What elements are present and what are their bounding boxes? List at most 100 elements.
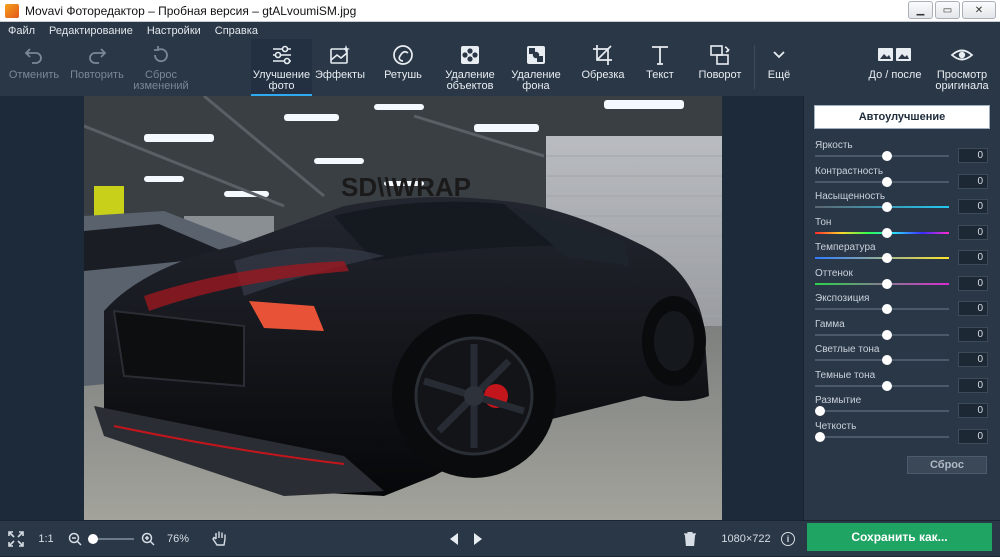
menu-edit[interactable]: Редактирование bbox=[49, 25, 133, 37]
slider-contrast: Контрастность 0 bbox=[815, 166, 991, 192]
retouch-face-icon bbox=[391, 44, 415, 66]
slider-label: Контрастность bbox=[815, 165, 884, 177]
zoom-in-icon bbox=[141, 532, 155, 546]
slider-thumb[interactable] bbox=[882, 151, 892, 161]
slider-thumb[interactable] bbox=[882, 329, 892, 340]
slider-thumb[interactable] bbox=[815, 406, 825, 416]
tab-enhance[interactable]: Улучшение фото bbox=[251, 39, 312, 96]
slider-thumb[interactable] bbox=[882, 355, 892, 365]
slider-label: Размытие bbox=[815, 395, 862, 406]
slider-thumb[interactable] bbox=[882, 380, 892, 391]
menu-help[interactable]: Справка bbox=[215, 25, 258, 37]
save-as-button[interactable]: Сохранить как... bbox=[807, 523, 992, 551]
slider-value-field[interactable]: 0 bbox=[958, 173, 988, 189]
menu-bar: Файл Редактирование Настройки Справка bbox=[0, 22, 1000, 39]
slider-value-field[interactable]: 0 bbox=[958, 352, 988, 367]
slider-thumb[interactable] bbox=[882, 227, 892, 238]
zoom-level: 76% bbox=[166, 533, 190, 545]
slider-thumb[interactable] bbox=[882, 304, 892, 314]
slider-value-field[interactable]: 0 bbox=[958, 326, 988, 342]
slider-value-field[interactable]: 0 bbox=[958, 250, 988, 265]
zoom-out-button[interactable] bbox=[66, 521, 84, 557]
slider-thumb[interactable] bbox=[815, 431, 825, 442]
next-image-button[interactable] bbox=[468, 521, 488, 557]
before-after-button[interactable]: До / после bbox=[864, 39, 926, 96]
slider-temperature: Температура 0 bbox=[815, 242, 991, 268]
slider-value-field[interactable]: 0 bbox=[958, 301, 988, 316]
slider-value-field[interactable]: 0 bbox=[958, 148, 988, 163]
tab-retouch[interactable]: Ретушь bbox=[377, 39, 429, 96]
crop-icon bbox=[591, 44, 615, 66]
tab-crop[interactable]: Обрезка bbox=[578, 39, 628, 96]
adjustments-panel: Автоулучшение Яркость 0 Контрастность 0 Насы… bbox=[803, 96, 1000, 520]
slider-value-field[interactable]: 0 bbox=[958, 224, 988, 240]
menu-file[interactable]: Файл bbox=[8, 25, 35, 37]
tab-text[interactable]: Текст bbox=[638, 39, 682, 96]
window-controls: ▁ ▭ ✕ bbox=[908, 1, 996, 19]
app-logo-icon bbox=[5, 3, 19, 18]
slider-tint: Оттенок 0 bbox=[815, 268, 991, 294]
zoom-in-button[interactable] bbox=[139, 521, 157, 557]
menu-settings[interactable]: Настройки bbox=[147, 25, 201, 37]
reset-button[interactable]: Сброс bbox=[907, 456, 987, 474]
close-button[interactable]: ✕ bbox=[962, 1, 996, 19]
slider-value-field[interactable]: 0 bbox=[958, 403, 988, 418]
tab-rotate[interactable]: Поворот bbox=[693, 39, 747, 96]
slider-shadows: Темные тона 0 bbox=[815, 370, 991, 396]
redo-icon bbox=[86, 44, 108, 66]
text-icon bbox=[648, 44, 672, 66]
tab-object-removal[interactable]: Удаление объектов bbox=[440, 39, 500, 96]
maximize-button[interactable]: ▭ bbox=[935, 1, 960, 19]
slider-label: Экспозиция bbox=[815, 293, 870, 304]
slider-blur: Размытие 0 bbox=[815, 395, 991, 421]
reset-changes-button[interactable]: Сброс изменений bbox=[131, 39, 191, 96]
slider-thumb[interactable] bbox=[882, 176, 892, 187]
previous-image-button[interactable] bbox=[444, 521, 464, 557]
slider-label: Гамма bbox=[815, 318, 845, 330]
slider-label: Темные тона bbox=[815, 369, 876, 381]
slider-value-field[interactable]: 0 bbox=[958, 428, 988, 444]
info-icon: i bbox=[781, 532, 795, 546]
more-tools-button[interactable]: Ещё bbox=[760, 39, 798, 96]
slider-label: Оттенок bbox=[815, 267, 853, 279]
zoom-slider-thumb[interactable] bbox=[88, 534, 99, 544]
image-dimensions: 1080×722 bbox=[721, 533, 771, 545]
reset-icon bbox=[150, 44, 172, 66]
slider-label: Светлые тона bbox=[815, 344, 880, 355]
title-bar: Movavi Фоторедактор – Пробная версия – g… bbox=[0, 0, 1000, 22]
auto-enhance-button[interactable]: Автоулучшение bbox=[814, 105, 990, 129]
slider-track[interactable] bbox=[815, 435, 949, 438]
sliders-icon bbox=[270, 44, 294, 66]
slider-thumb[interactable] bbox=[882, 253, 892, 263]
fit-to-window-button[interactable] bbox=[5, 521, 27, 557]
pan-tool-button[interactable] bbox=[209, 521, 231, 557]
photo: SD\\WRAP bbox=[84, 96, 722, 520]
undo-icon bbox=[23, 44, 45, 66]
hand-icon bbox=[212, 531, 226, 546]
slider-thumb[interactable] bbox=[882, 202, 892, 212]
delete-button[interactable] bbox=[680, 521, 700, 557]
undo-button[interactable]: Отменить bbox=[6, 39, 62, 96]
minimize-button[interactable]: ▁ bbox=[908, 1, 933, 19]
zoom-out-icon bbox=[68, 532, 82, 546]
view-original-button[interactable]: Просмотр оригинала bbox=[932, 39, 992, 96]
slider-label: Температура bbox=[815, 242, 876, 253]
actual-size-button[interactable]: 1:1 bbox=[34, 521, 58, 557]
before-after-icon bbox=[877, 44, 913, 66]
slider-track[interactable] bbox=[815, 410, 949, 412]
rotate-icon bbox=[708, 44, 732, 66]
background-removal-icon bbox=[524, 44, 548, 66]
tab-background-removal[interactable]: Удаление фона bbox=[506, 39, 566, 96]
arrow-right-icon bbox=[474, 533, 482, 545]
image-canvas[interactable]: SD\\WRAP bbox=[0, 96, 803, 520]
slider-label: Тон bbox=[815, 216, 832, 228]
image-info-button[interactable]: i bbox=[779, 521, 797, 557]
tab-effects[interactable]: Эффекты bbox=[312, 39, 368, 96]
slider-highlights: Светлые тона 0 bbox=[815, 344, 991, 370]
slider-thumb[interactable] bbox=[882, 278, 892, 289]
toolbar: Отменить Повторить Сброс изменений Улучш… bbox=[0, 39, 1000, 96]
redo-button[interactable]: Повторить bbox=[68, 39, 126, 96]
slider-value-field[interactable]: 0 bbox=[958, 377, 988, 393]
slider-value-field[interactable]: 0 bbox=[958, 275, 988, 291]
slider-value-field[interactable]: 0 bbox=[958, 199, 988, 214]
